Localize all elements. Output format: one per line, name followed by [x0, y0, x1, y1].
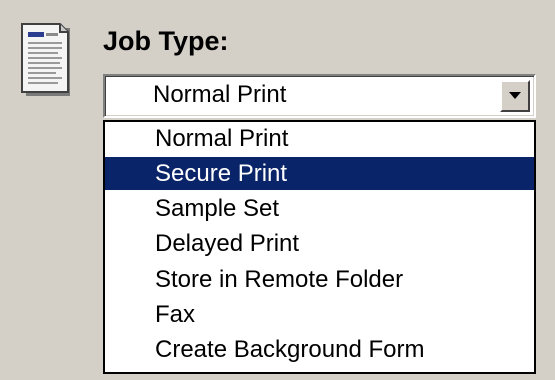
- option-create-background-form[interactable]: Create Background Form: [105, 333, 534, 366]
- document-icon: [20, 22, 72, 98]
- dropdown-button[interactable]: [500, 80, 530, 112]
- option-normal-print[interactable]: Normal Print: [105, 122, 534, 155]
- option-sample-set[interactable]: Sample Set: [105, 192, 534, 225]
- job-type-selected-value: Normal Print: [153, 81, 287, 108]
- option-store-in-remote-folder[interactable]: Store in Remote Folder: [105, 263, 534, 296]
- chevron-down-icon: [509, 92, 521, 99]
- option-fax[interactable]: Fax: [105, 298, 534, 331]
- job-type-select[interactable]: Normal Print: [103, 74, 536, 118]
- job-type-options-list: Normal Print Secure Print Sample Set Del…: [103, 120, 536, 374]
- job-type-label: Job Type:: [103, 26, 229, 56]
- option-delayed-print[interactable]: Delayed Print: [105, 227, 534, 260]
- option-secure-print[interactable]: Secure Print: [105, 157, 534, 190]
